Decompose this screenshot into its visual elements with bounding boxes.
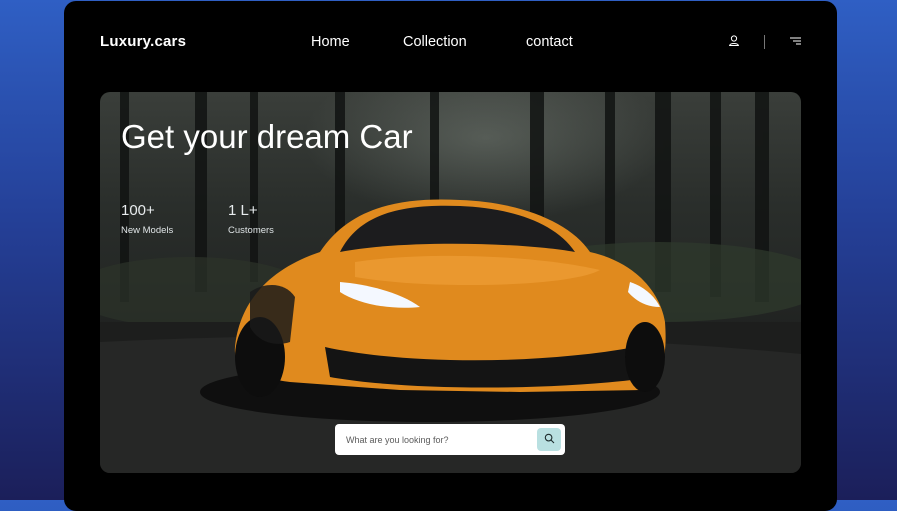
stat-customers: 1 L+ Customers: [228, 202, 274, 236]
user-icon[interactable]: [726, 33, 742, 49]
hero-headline: Get your dream Car: [121, 118, 413, 155]
nav-contact[interactable]: contact: [526, 34, 573, 50]
stat-value: 1 L+: [228, 202, 258, 219]
nav-home[interactable]: Home: [311, 34, 350, 50]
header-divider: [764, 35, 765, 49]
stat-label: New Models: [121, 225, 174, 236]
brand-logo[interactable]: Luxury.cars: [100, 33, 186, 50]
app-frame: Luxury.cars Home Collection contact Get …: [64, 1, 837, 511]
stat-label: Customers: [228, 225, 274, 236]
hero-banner: Get your dream Car 100+ New Models 1 L+ …: [100, 92, 801, 473]
search-bar: [335, 424, 565, 455]
menu-icon[interactable]: [788, 33, 804, 49]
stat-value: 100+: [121, 202, 155, 219]
nav-collection[interactable]: Collection: [403, 34, 467, 50]
search-button[interactable]: [537, 428, 561, 451]
stat-models: 100+ New Models: [121, 202, 173, 236]
search-icon: [544, 431, 555, 449]
search-input[interactable]: [344, 431, 528, 449]
